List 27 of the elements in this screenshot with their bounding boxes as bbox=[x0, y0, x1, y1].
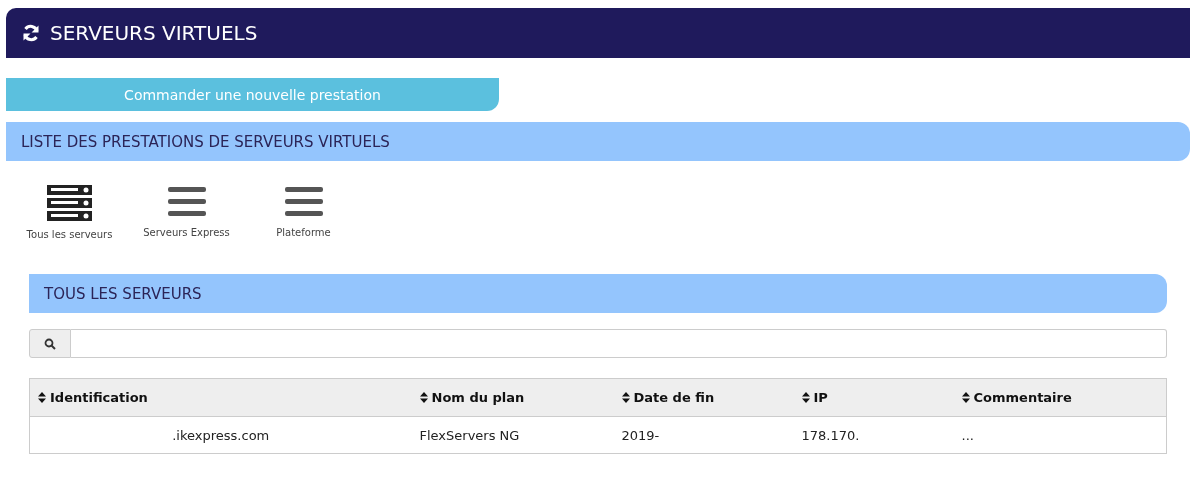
category-tab[interactable]: Serveurs Express bbox=[139, 185, 234, 240]
table-cell: FlexServers NG bbox=[411, 416, 614, 454]
refresh-icon bbox=[22, 24, 40, 42]
column-header[interactable]: Identification bbox=[29, 378, 412, 417]
table-cell: 178.170. bbox=[793, 416, 954, 454]
menu-icon bbox=[166, 185, 207, 219]
section-title: TOUS LES SERVEURS bbox=[44, 284, 202, 303]
page-title: SERVEURS VIRTUELS bbox=[50, 21, 258, 45]
category-tab[interactable]: Plateforme bbox=[256, 185, 351, 240]
search-icon bbox=[44, 337, 56, 350]
section-title: LISTE DES PRESTATIONS DE SERVEURS VIRTUELS bbox=[21, 132, 390, 151]
column-header[interactable]: Nom du plan bbox=[411, 378, 614, 417]
sort-icon bbox=[419, 392, 428, 403]
sort-icon bbox=[38, 392, 46, 403]
sort-icon bbox=[801, 392, 810, 403]
column-header[interactable]: Date de fin bbox=[613, 378, 794, 417]
category-tab[interactable]: Tous les serveurs bbox=[22, 185, 117, 240]
table-cell: .ikexpress.com bbox=[29, 416, 412, 454]
column-header[interactable]: Commentaire bbox=[953, 378, 1167, 417]
table-cell: ... bbox=[953, 416, 1167, 454]
table-cell: 2019- bbox=[613, 416, 794, 454]
search-field[interactable] bbox=[71, 329, 1167, 358]
sort-icon bbox=[961, 392, 970, 403]
column-header[interactable]: IP bbox=[793, 378, 954, 417]
server-icon bbox=[47, 185, 92, 221]
menu-icon bbox=[283, 185, 324, 219]
sort-icon bbox=[621, 392, 630, 403]
